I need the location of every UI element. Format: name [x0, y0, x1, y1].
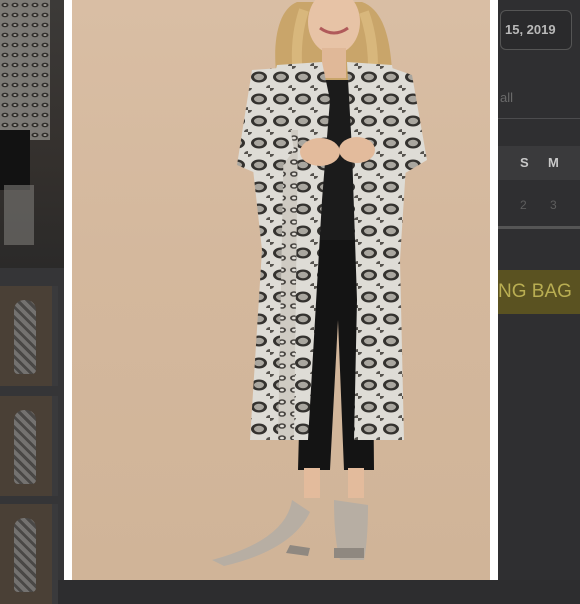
shopping-bag-button[interactable]: NG BAG: [498, 270, 580, 314]
calendar-day-label: M: [548, 155, 559, 170]
calendar-header: S M: [498, 146, 580, 180]
thumbnail-column: [0, 0, 64, 604]
divider: [498, 118, 580, 119]
thumbnail-image[interactable]: [0, 504, 58, 604]
calendar-date[interactable]: 2: [520, 198, 527, 212]
thumbnail-partial-image[interactable]: [0, 0, 64, 268]
calendar-day-label: S: [520, 155, 529, 170]
calendar-bottom-border: [498, 226, 580, 229]
main-product-image: [72, 0, 490, 580]
thumbnail-partial-figure: [0, 0, 50, 245]
thumbnail-image[interactable]: [0, 396, 58, 496]
thumbnail-image[interactable]: [0, 286, 58, 386]
image-frame-left: [64, 0, 72, 580]
calendar-date[interactable]: 3: [550, 198, 557, 212]
model-illustration: [212, 0, 427, 566]
image-frame-right: [490, 0, 498, 580]
date-field[interactable]: 15, 2019: [500, 10, 572, 50]
all-link[interactable]: all: [500, 90, 513, 105]
